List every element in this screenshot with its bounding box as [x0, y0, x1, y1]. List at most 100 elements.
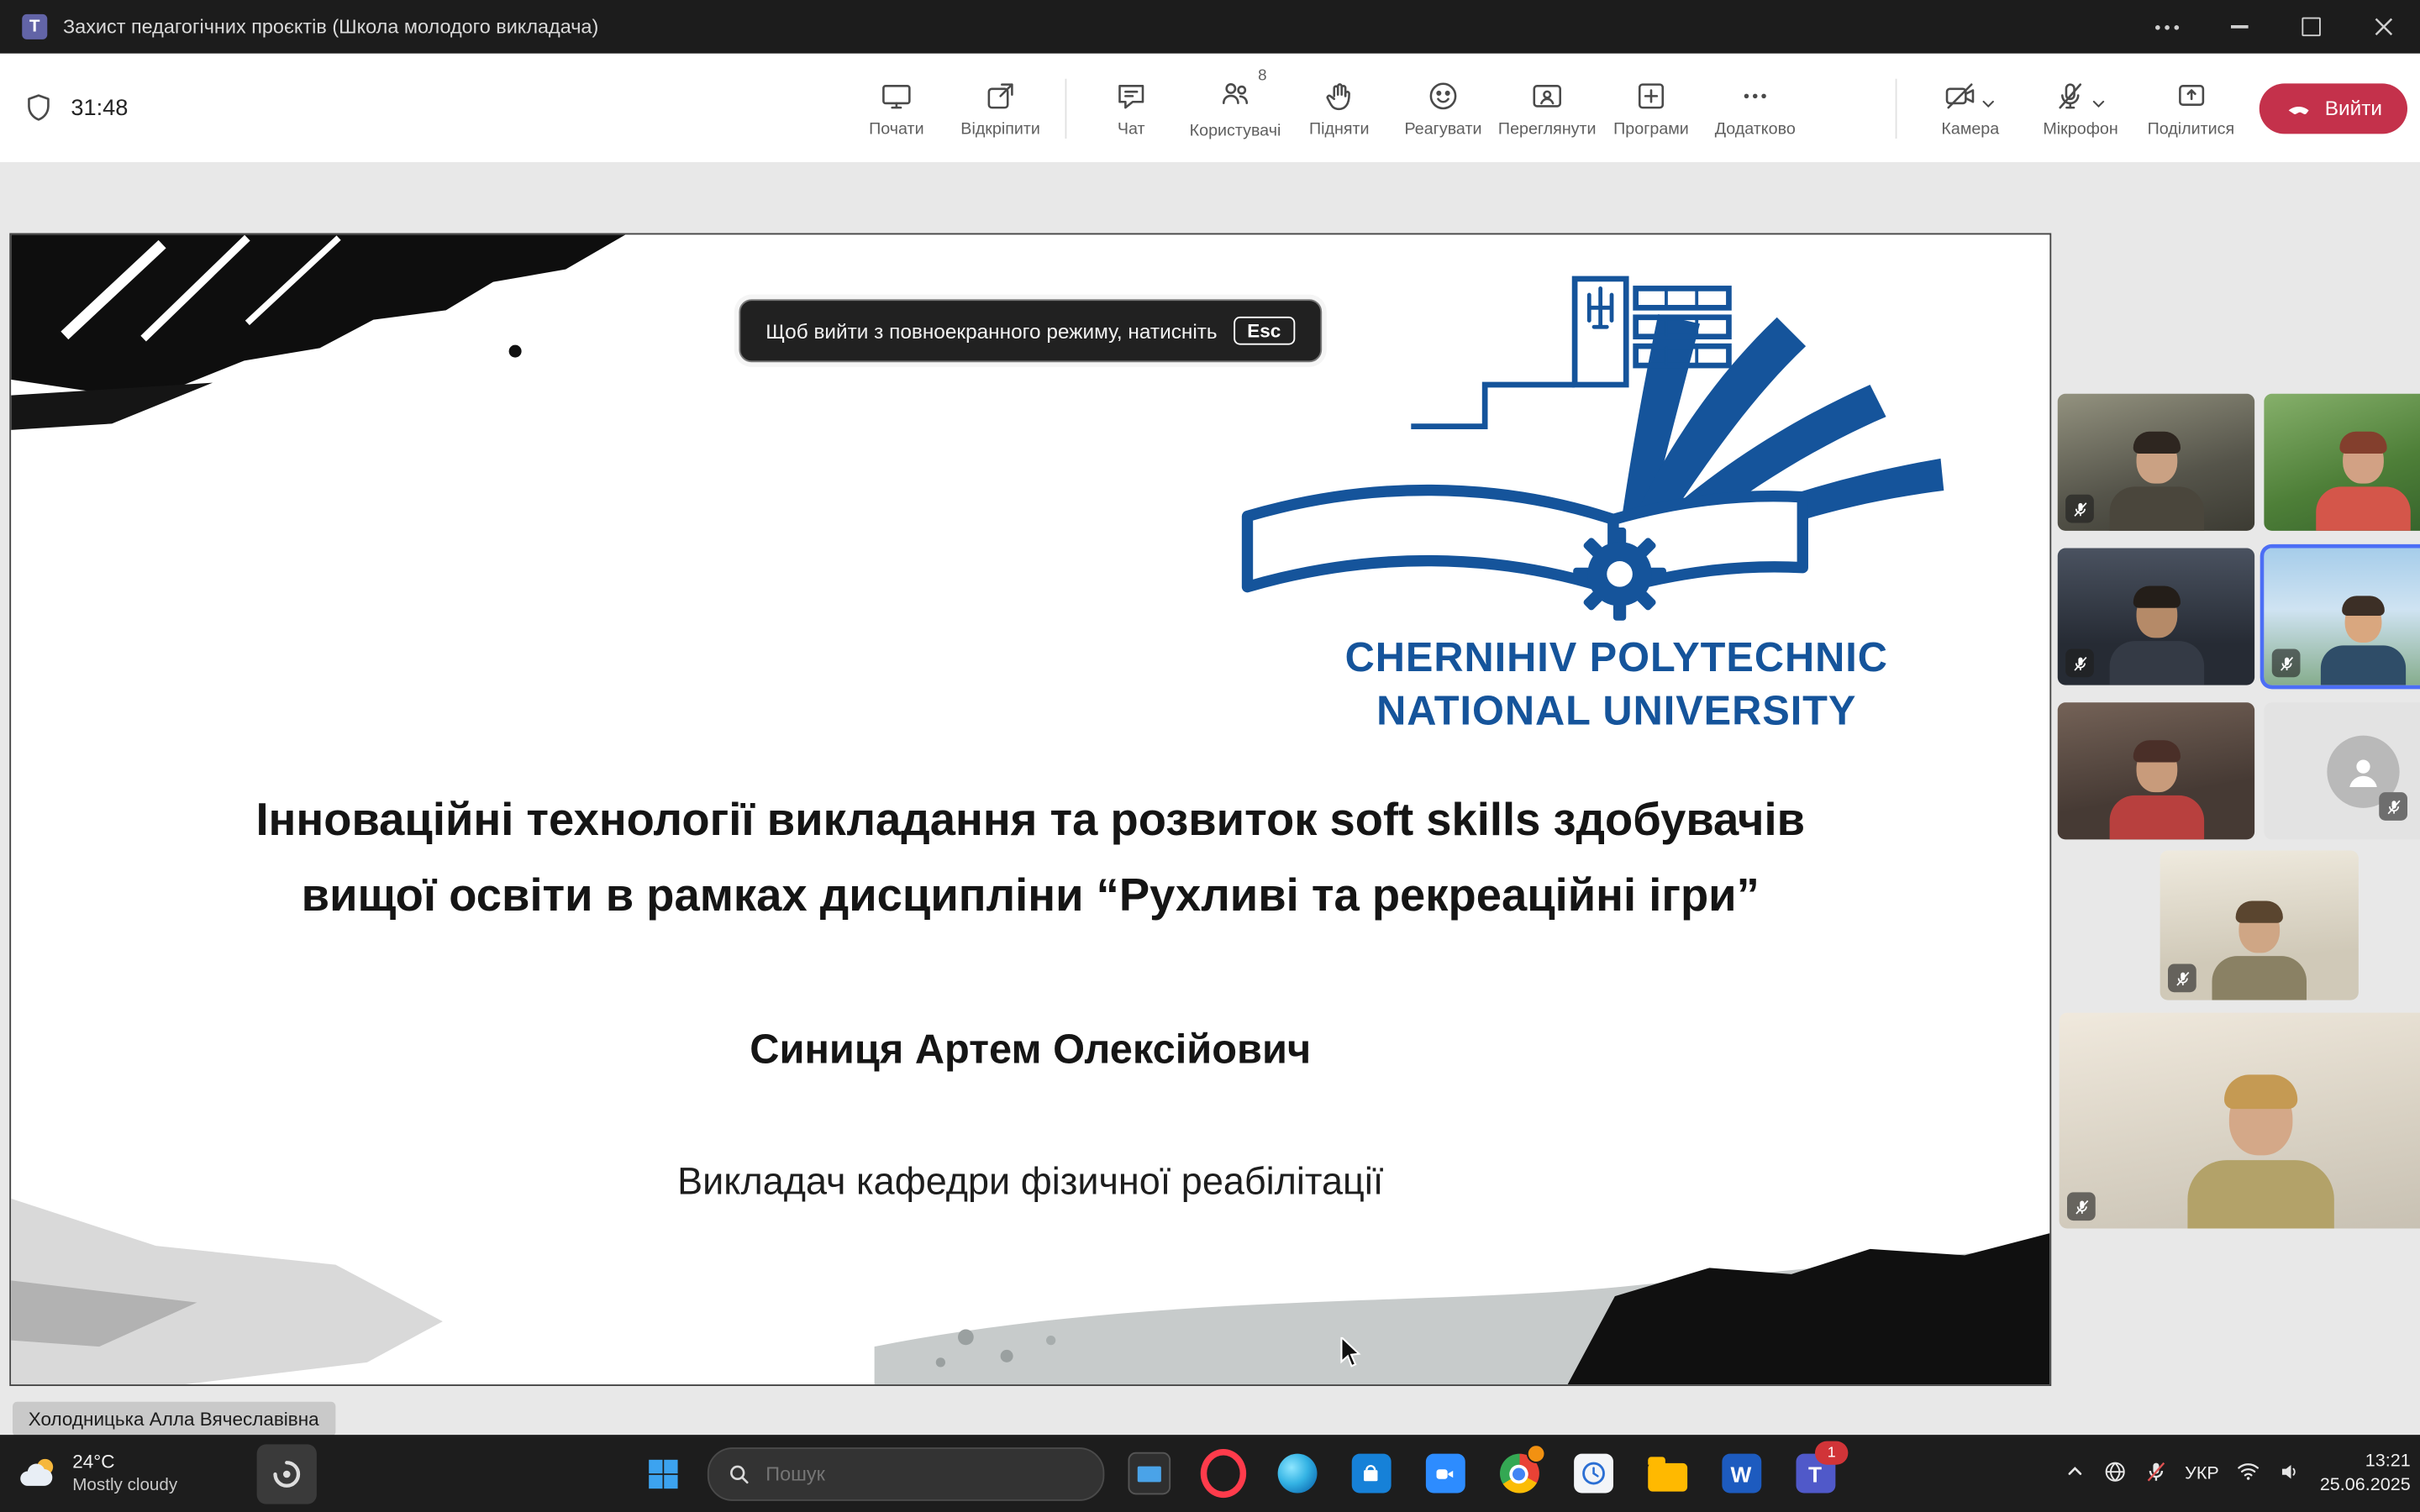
taskbar-clock-app-icon[interactable]	[1563, 1443, 1623, 1503]
participants-count-badge: 8	[1258, 68, 1266, 86]
taskbar-teams-icon[interactable]: T 1	[1785, 1443, 1844, 1503]
slide-title: Інноваційні технології викладання та роз…	[11, 783, 2049, 934]
teams-meeting-window: T Захист педагогічних проєктів (Школа мо…	[0, 0, 2420, 1512]
participant-tile[interactable]	[2058, 549, 2254, 685]
teams-app-icon: T	[22, 14, 47, 39]
mouse-cursor-icon	[1338, 1337, 1363, 1369]
tray-clock[interactable]: 13:21 25.06.2025	[2320, 1450, 2411, 1497]
participant-video	[2101, 587, 2211, 685]
start-button[interactable]: Почати	[844, 78, 949, 138]
chat-button[interactable]: Чат	[1079, 78, 1183, 138]
mic-off-icon	[2065, 649, 2094, 678]
camera-button[interactable]: Камера	[1922, 78, 2019, 138]
mic-off-icon	[2272, 649, 2301, 678]
system-tray: УКР 13:21 25.06.2025	[2064, 1435, 2411, 1512]
view-button[interactable]: Переглянути	[1495, 78, 1599, 138]
smiley-icon	[1426, 78, 1460, 113]
maximize-icon[interactable]	[2275, 0, 2348, 54]
participant-video	[2101, 742, 2211, 839]
monitor-icon	[879, 78, 913, 113]
mic-off-icon	[2379, 792, 2407, 821]
search-input[interactable]	[763, 1461, 1022, 1486]
slide-author: Синиця Артем Олексійович	[11, 1026, 2049, 1074]
tray-network-globe-icon[interactable]	[2103, 1459, 2127, 1488]
titlebar-more-icon[interactable]	[2130, 0, 2202, 54]
mic-off-icon	[2168, 964, 2196, 993]
people-icon	[1218, 76, 1252, 110]
windows-logo-icon	[646, 1456, 681, 1490]
taskbar-hovered-app-icon[interactable]	[257, 1444, 317, 1504]
phone-hangup-icon	[2284, 94, 2312, 123]
minimize-icon[interactable]	[2202, 0, 2275, 54]
teams-notification-badge: 1	[1815, 1441, 1848, 1464]
tray-mic-muted-icon[interactable]	[2144, 1459, 2167, 1488]
participant-video	[2101, 433, 2211, 531]
apps-button[interactable]: Програми	[1599, 78, 1703, 138]
leave-button[interactable]: Вийти	[2259, 82, 2407, 133]
tray-language-indicator[interactable]: УКР	[2185, 1464, 2219, 1483]
taskbar-weather-widget[interactable]: 24°C Mostly cloudy	[16, 1435, 177, 1512]
apps-plus-icon	[1634, 78, 1668, 113]
tray-volume-icon[interactable]	[2279, 1459, 2302, 1488]
chrome-notification-dot	[1527, 1443, 1546, 1462]
university-logo: CHERNIHIV POLYTECHNIC NATIONAL UNIVERSIT…	[1205, 276, 2028, 736]
university-logo-emblem-icon	[1205, 276, 2028, 622]
meeting-info[interactable]: 31:48	[22, 54, 128, 162]
taskbar-opera-icon[interactable]	[1192, 1443, 1252, 1503]
window-title: Захист педагогічних проєктів (Школа моло…	[63, 16, 598, 38]
share-button[interactable]: Поділитися	[2142, 78, 2239, 138]
participant-video	[2175, 1077, 2345, 1228]
participant-video	[2307, 433, 2417, 531]
participant-tile[interactable]	[2264, 394, 2420, 531]
mic-off-icon	[2065, 495, 2094, 523]
university-name-line2: NATIONAL UNIVERSITY	[1205, 686, 2028, 736]
taskbar-word-icon[interactable]: W	[1711, 1443, 1770, 1503]
participants-button[interactable]: 8 Користувачі	[1183, 76, 1287, 140]
taskbar-zoom-icon[interactable]	[1415, 1443, 1475, 1503]
presenter-name-chip: Холодницька Алла Вячеславівна	[13, 1402, 334, 1436]
unpin-button[interactable]: Відкріпити	[949, 78, 1053, 138]
taskbar-edge-icon[interactable]	[1267, 1443, 1327, 1503]
participant-tile[interactable]	[2160, 851, 2359, 1000]
toolbar-divider	[1895, 78, 1897, 138]
participant-tile[interactable]	[2058, 394, 2254, 531]
share-screen-icon	[2174, 78, 2208, 113]
taskbar-store-icon[interactable]	[1341, 1443, 1401, 1503]
microphone-button[interactable]: Мікрофон	[2032, 78, 2129, 138]
start-button[interactable]	[634, 1443, 693, 1503]
raise-hand-button[interactable]: Підняти	[1287, 78, 1392, 138]
close-icon[interactable]	[2348, 0, 2420, 54]
participant-tile[interactable]	[2060, 1013, 2420, 1229]
participant-tile[interactable]	[2058, 702, 2254, 839]
tray-chevron-up-icon[interactable]	[2064, 1460, 2086, 1487]
camera-dropdown-chevron-icon[interactable]	[1979, 94, 1998, 113]
participant-tile-selected[interactable]	[2264, 549, 2420, 685]
camera-off-icon	[1943, 78, 1977, 113]
toolbar-right-group: Камера Мікрофон Поділитися Вийти	[1882, 54, 2407, 162]
participant-tile-no-video[interactable]	[2264, 702, 2420, 839]
windows-taskbar: 24°C Mostly cloudy	[0, 1435, 2420, 1512]
search-icon	[728, 1462, 750, 1484]
more-button[interactable]: Додатково	[1703, 78, 1807, 138]
chat-bubble-icon	[1114, 78, 1149, 113]
shield-icon	[22, 92, 55, 124]
mic-off-icon	[2067, 1192, 2096, 1221]
taskbar-search[interactable]	[708, 1446, 1105, 1500]
participant-video	[2313, 597, 2412, 685]
taskbar-window-app-icon[interactable]	[1118, 1443, 1178, 1503]
shared-screen[interactable]: Щоб вийти з повноекранного режиму, натис…	[9, 234, 2051, 1387]
mic-dropdown-chevron-icon[interactable]	[2089, 94, 2108, 113]
meeting-stage: Щоб вийти з повноекранного режиму, натис…	[0, 162, 2420, 1435]
taskbar-center-apps: W T 1	[634, 1435, 1845, 1512]
taskbar-file-explorer-icon[interactable]	[1637, 1443, 1697, 1503]
unpin-popout-icon	[983, 78, 1018, 113]
title-bar: T Захист педагогічних проєктів (Школа мо…	[0, 0, 2420, 54]
slide-author-role: Викладач кафедри фізичної реабілітації	[11, 1161, 2049, 1205]
toolbar-center-group: Почати Відкріпити Чат 8 Користувачі	[844, 54, 1807, 162]
taskbar-chrome-icon[interactable]	[1489, 1443, 1549, 1503]
tray-wifi-icon[interactable]	[2236, 1460, 2261, 1487]
participant-video	[2204, 902, 2314, 1000]
trident-icon	[1589, 288, 1612, 327]
react-button[interactable]: Реагувати	[1392, 78, 1496, 138]
meeting-timer: 31:48	[71, 95, 128, 120]
